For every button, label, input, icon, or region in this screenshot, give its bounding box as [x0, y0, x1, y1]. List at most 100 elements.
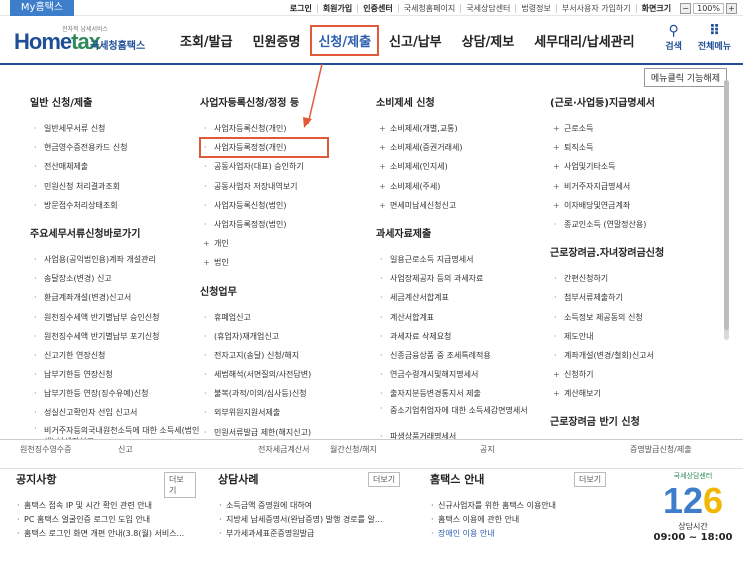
- menu-item[interactable]: 공동사업자(대표) 승인하기: [200, 157, 370, 176]
- nav-apply-submit[interactable]: 신청/제출: [310, 24, 380, 56]
- menu-item[interactable]: 전산매체제출: [30, 157, 200, 176]
- menu-item[interactable]: 종교인소득 (연말정산용): [550, 215, 720, 234]
- notice-item[interactable]: 홈택스 접속 IP 및 시간 확인 관련 안내: [16, 499, 196, 513]
- case-item[interactable]: 소득금액 증명원에 대하여: [218, 499, 404, 513]
- menu-item[interactable]: 휴폐업신고: [200, 308, 370, 327]
- menu-item[interactable]: 사업용(공익법인용)계좌 개설관리: [30, 250, 200, 269]
- menu-item[interactable]: 첨부서류제출하기: [550, 288, 720, 307]
- menu-item[interactable]: 계좌개설(변경/철회)신고서: [550, 346, 720, 365]
- menu-item[interactable]: 중소기업취업자에 대한 소득세감면명세서: [376, 403, 546, 427]
- case-item[interactable]: 부가세과세표준증명원발급: [218, 527, 404, 541]
- nts-homepage-link[interactable]: 국세청홈페이지: [397, 3, 461, 13]
- menu-item[interactable]: 방문접수처리상태조회: [30, 196, 200, 215]
- menu-item-expand[interactable]: 소비제세(인지세): [376, 157, 546, 176]
- menu-item[interactable]: 원천징수세액 반기별납부 승인신청: [30, 308, 200, 327]
- consumption-tax-heading[interactable]: 소비제세 신청: [376, 94, 546, 109]
- menu-item[interactable]: 세법해석(서면질의/사전답변): [200, 365, 370, 384]
- menu-item-expand[interactable]: 이자배당및연금계좌: [550, 196, 720, 215]
- notice-title[interactable]: 공지사항: [16, 471, 56, 487]
- menu-item[interactable]: 사업자등록정정(법인): [200, 215, 370, 234]
- menu-item[interactable]: 사업자등록신청(법인): [200, 196, 370, 215]
- menu-item[interactable]: 일용근로소득 지급명세서: [376, 250, 546, 269]
- guide-more-button[interactable]: 더보기: [574, 472, 607, 487]
- cert-center-link[interactable]: 인증센터: [357, 3, 397, 13]
- incentive-apply-heading[interactable]: 근로장려금.자녀장려금신청: [550, 244, 720, 259]
- menu-item-expand[interactable]: 소비제세(증권거래세): [376, 138, 546, 157]
- notice-item[interactable]: 홈택스 로그인 화면 개편 안내(3.8(월) 서비스...: [16, 527, 196, 541]
- apply-work-heading[interactable]: 신청업무: [200, 283, 370, 298]
- shortcut-heading[interactable]: 주요세무서류신청바로가기: [30, 225, 200, 240]
- menu-item-expand[interactable]: 법인: [200, 253, 370, 272]
- menu-scrollbar[interactable]: [724, 80, 729, 340]
- menu-item[interactable]: 납부기한등 연장(징수유예)신청: [30, 384, 200, 403]
- business-reg-correction-personal-item[interactable]: 사업자등록정정(개인): [199, 137, 329, 159]
- menu-item[interactable]: 현금영수증전용카드 신청: [30, 138, 200, 157]
- menu-item[interactable]: 원천징수세액 반기별납부 포기신청: [30, 327, 200, 346]
- menu-item[interactable]: 사업장제공자 등의 과세자료: [376, 269, 546, 288]
- menu-item[interactable]: 세금계산서합계표: [376, 288, 546, 307]
- menu-item[interactable]: 외부위원지원서제출: [200, 403, 370, 422]
- menu-item[interactable]: 제도안내: [550, 327, 720, 346]
- login-link[interactable]: 로그인: [285, 4, 317, 13]
- menu-item[interactable]: 민원서류발급 제한(해지신고): [200, 423, 370, 439]
- menu-item-expand[interactable]: 사업및기타소득: [550, 157, 720, 176]
- notice-more-button[interactable]: 더보기: [164, 472, 196, 498]
- menu-item[interactable]: 사업자등록신청(개인): [200, 119, 370, 138]
- menu-item[interactable]: 환급계좌개설(변경)신고서: [30, 288, 200, 307]
- menu-item[interactable]: 과세자료 삭제요청: [376, 327, 546, 346]
- search-button[interactable]: ⚲ 검색: [665, 23, 682, 52]
- tax-data-heading[interactable]: 과세자료제출: [376, 225, 546, 240]
- half-year-incentive-heading[interactable]: 근로장려금 반기 신청: [550, 413, 720, 428]
- zoom-in-button[interactable]: +: [726, 2, 737, 14]
- menu-item[interactable]: (휴업자)재개업신고: [200, 327, 370, 346]
- menu-item[interactable]: 민원신청 처리결과조회: [30, 177, 200, 196]
- all-menu-button[interactable]: ⠿ 전체메뉴: [698, 23, 731, 52]
- signup-link[interactable]: 회원가입: [316, 3, 357, 13]
- menu-item-expand[interactable]: 소비제세(개별,교통): [376, 119, 546, 138]
- hometax-logo[interactable]: 전자적 납세서비스 Hometax 국세청홈택스: [14, 23, 154, 57]
- menu-item[interactable]: 비거주자등의국내원천소득에 대한 소득세(법인세) 납세지신고: [30, 423, 200, 439]
- menu-item[interactable]: 연금수령개시및해지명세서: [376, 365, 546, 384]
- nav-tax-agent[interactable]: 세무대리/납세관리: [524, 31, 644, 50]
- consult-center-link[interactable]: 국세상담센터: [460, 3, 515, 13]
- menu-item[interactable]: 파생상품거래명세서: [376, 427, 546, 439]
- menu-item-expand[interactable]: 면세미납세신청신고: [376, 196, 546, 215]
- cases-more-button[interactable]: 더보기: [368, 472, 401, 487]
- menu-item-expand[interactable]: 소비제세(주세): [376, 177, 546, 196]
- case-item[interactable]: 지방세 납세증명서(완납증명) 발행 경로를 알...: [218, 513, 404, 527]
- zoom-out-button[interactable]: −: [680, 2, 692, 14]
- business-reg-heading[interactable]: 사업자등록신청/정정 등: [200, 94, 370, 109]
- guide-item[interactable]: 홈택스 이용에 관한 안내: [430, 513, 610, 527]
- menu-item-expand[interactable]: 신청하기: [550, 365, 720, 384]
- menu-item[interactable]: 출자지분등변경통지서 제출: [376, 384, 546, 403]
- consult-center-banner[interactable]: 국세상담센터 126 상담시간 09:00 ~ 18:00: [648, 471, 738, 571]
- cases-title[interactable]: 상담사례: [218, 471, 258, 487]
- menu-item[interactable]: 전자고지(송달) 신청/해지: [200, 346, 370, 365]
- general-apply-heading[interactable]: 일반 신청/제출: [30, 94, 200, 109]
- menu-item[interactable]: 공동사업자 저장내역보기: [200, 177, 370, 196]
- nav-consult-report[interactable]: 상담/제보: [452, 31, 525, 50]
- nav-inquiry-issue[interactable]: 조회/발급: [170, 31, 243, 50]
- scrollbar-thumb[interactable]: [724, 80, 729, 330]
- menu-item[interactable]: 납부기한등 연장신청: [30, 365, 200, 384]
- menu-item[interactable]: 신고기한 연장신청: [30, 346, 200, 365]
- menu-item-expand[interactable]: 계산해보기: [550, 384, 720, 403]
- menu-item[interactable]: 간편신청하기: [550, 269, 720, 288]
- menu-item[interactable]: 소득정보 제공동의 신청: [550, 308, 720, 327]
- guide-title[interactable]: 홈택스 안내: [430, 471, 484, 487]
- menu-item[interactable]: 일반세무서류 신청: [30, 119, 200, 138]
- menu-item-expand[interactable]: 근로소득: [550, 119, 720, 138]
- menu-item[interactable]: 계산서합계표: [376, 308, 546, 327]
- menu-item[interactable]: 신종금융상품 중 조세특례적용: [376, 346, 546, 365]
- nav-civil-cert[interactable]: 민원증명: [243, 31, 311, 50]
- law-info-link[interactable]: 법령정보: [515, 3, 555, 13]
- my-hometax-tab[interactable]: My홈택스: [10, 0, 74, 16]
- menu-item-expand[interactable]: 퇴직소득: [550, 138, 720, 157]
- payment-statement-heading[interactable]: (근로·사업등)지급명세서: [550, 94, 720, 109]
- menu-item-expand[interactable]: 개인: [200, 234, 370, 253]
- nav-report-pay[interactable]: 신고/납부: [379, 31, 452, 50]
- menu-item[interactable]: 불복(과적/이의/심사등)신청: [200, 384, 370, 403]
- menu-item-expand[interactable]: 비거주자지급명세서: [550, 177, 720, 196]
- menu-item[interactable]: 성실신고확인자 선임 신고서: [30, 403, 200, 422]
- menu-unpin-button[interactable]: 메뉴클릭 기능해제: [643, 68, 727, 87]
